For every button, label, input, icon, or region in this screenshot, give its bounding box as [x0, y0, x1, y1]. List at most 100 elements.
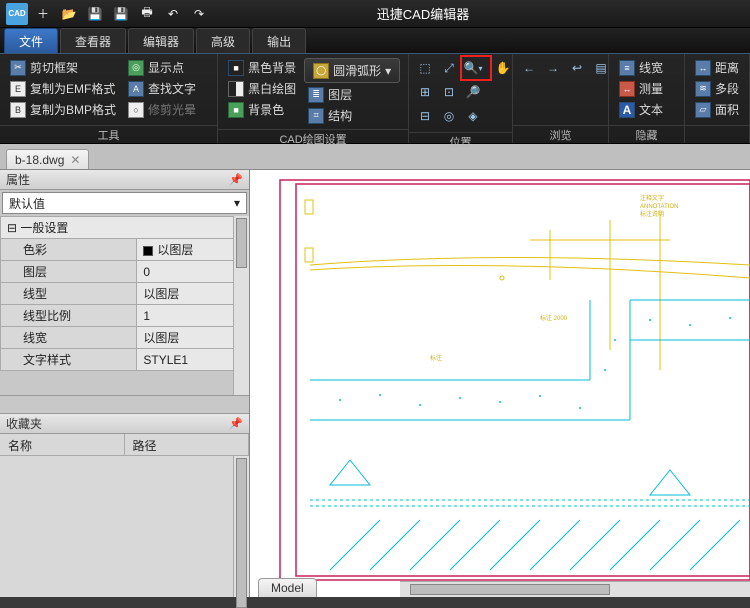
zoom-selected-button[interactable]: ⊡ [439, 82, 459, 102]
canvas-tab-model[interactable]: Model [258, 578, 317, 597]
zoom-center-button[interactable]: ◎ [439, 106, 459, 126]
trim-halo-label: 修剪光晕 [148, 101, 196, 118]
zoom-realtime-button[interactable]: ⊞ [415, 82, 435, 102]
table-row[interactable]: 线型比例1 [1, 305, 249, 327]
struct-button[interactable]: ⌗结构 [304, 106, 400, 125]
prop-key: 色彩 [1, 239, 137, 261]
multi-button[interactable]: ≋多段 [691, 79, 743, 98]
scrollbar-thumb[interactable] [236, 218, 247, 268]
smooth-arc-button[interactable]: ◯圆滑弧形▾ [304, 58, 400, 83]
favorites-col-name[interactable]: 名称 [0, 434, 125, 455]
favorites-panel-header[interactable]: 收藏夹 📌 [0, 414, 249, 434]
favorites-body[interactable] [0, 456, 249, 597]
table-row[interactable]: 图层0 [1, 261, 249, 283]
qat-undo-button[interactable]: ↶ [162, 3, 184, 25]
copy-emf-label: 复制为EMF格式 [30, 80, 115, 97]
zoom-out-button[interactable]: 🔎 [463, 82, 483, 102]
layer-button[interactable]: ≣图层 [304, 85, 400, 104]
properties-panel-header[interactable]: 属性 📌 [0, 170, 249, 190]
ribbon-panel-cad-label: CAD绘图设置 [218, 129, 408, 147]
document-tab[interactable]: b-18.dwg ✕ [6, 149, 89, 169]
prop-group-label: 一般设置 [20, 221, 68, 235]
cad-drawing: 注释文字 ANNOTATION 标注说明 标注 2000 标注 [250, 170, 750, 597]
distance-label: 距离 [715, 59, 739, 76]
struct-label: 结构 [328, 107, 352, 124]
measure-label: 测量 [639, 80, 663, 97]
favorites-col-path[interactable]: 路径 [125, 434, 250, 455]
prop-val[interactable]: 以图层 [137, 239, 249, 261]
text-tool-button[interactable]: A文本 [615, 100, 667, 119]
ribbon-panel-hide-label: 隐藏 [609, 125, 684, 143]
canvas-horizontal-scrollbar[interactable] [400, 581, 750, 597]
properties-default-combo[interactable]: 默认值 ▾ [2, 192, 247, 214]
prop-val[interactable]: 1 [137, 305, 249, 327]
bw-draw-button[interactable]: 黑白绘图 [224, 79, 300, 98]
pin-icon[interactable]: 📌 [229, 417, 243, 430]
close-icon[interactable]: ✕ [70, 153, 80, 167]
qat-redo-button[interactable]: ↷ [188, 3, 210, 25]
pin-icon[interactable]: 📌 [229, 173, 243, 186]
layer-label: 图层 [328, 86, 352, 103]
qat-new-button[interactable]: ＋ [32, 3, 54, 25]
tab-file[interactable]: 文件 [4, 28, 58, 53]
table-row[interactable]: 线宽以图层 [1, 327, 249, 349]
crop-frame-button[interactable]: ✂剪切框架 [6, 58, 120, 77]
nav-right-button[interactable]: → [543, 58, 563, 78]
trim-halo-button[interactable]: ○修剪光晕 [124, 100, 200, 119]
bg-color-button[interactable]: ■背景色 [224, 100, 300, 119]
drawing-canvas[interactable]: 注释文字 ANNOTATION 标注说明 标注 2000 标注 [250, 170, 750, 597]
properties-scrollbar[interactable] [233, 216, 249, 395]
measure-button[interactable]: ↔测量 [615, 79, 667, 98]
prop-val[interactable]: 以图层 [137, 327, 249, 349]
properties-grid[interactable]: ⊟ 一般设置 色彩以图层 图层0 线型以图层 线型比例1 线宽以图层 文字样式S… [0, 216, 249, 396]
table-row[interactable]: 文字样式STYLE1 [1, 349, 249, 371]
crop-frame-label: 剪切框架 [30, 59, 78, 76]
ribbon-panel-tool: ✂剪切框架 E复制为EMF格式 B复制为BMP格式 ◎显示点 A查找文字 ○修剪… [0, 54, 218, 143]
table-row[interactable]: 线型以图层 [1, 283, 249, 305]
prop-val[interactable]: 0 [137, 261, 249, 283]
scrollbar-thumb[interactable] [236, 458, 247, 608]
distance-button[interactable]: ↔距离 [691, 58, 743, 77]
prop-val[interactable]: STYLE1 [137, 349, 249, 371]
qat-saveall-button[interactable]: 💾 [110, 3, 132, 25]
scrollbar-thumb[interactable] [410, 584, 610, 595]
prop-key: 文字样式 [1, 349, 137, 371]
nav-list-button[interactable]: ▤ [591, 58, 611, 78]
multi-label: 多段 [715, 80, 739, 97]
zoom-all-button[interactable]: ◈ [463, 106, 483, 126]
black-bg-label: 黑色背景 [248, 59, 296, 76]
ribbon-panel-view: ← → ↩ ▤ 浏览 [513, 54, 609, 143]
linewidth-button[interactable]: ≡线宽 [615, 58, 667, 77]
nav-back-button[interactable]: ↩ [567, 58, 587, 78]
app-title: 迅捷CAD编辑器 [216, 4, 750, 23]
ribbon-panel-view-label: 浏览 [513, 125, 608, 143]
zoom-extents-button[interactable]: ⤢ [439, 58, 459, 78]
copy-emf-button[interactable]: E复制为EMF格式 [6, 79, 120, 98]
ribbon-panel-tool-label: 工具 [0, 125, 217, 143]
tab-viewer[interactable]: 查看器 [60, 28, 126, 53]
qat-print-button[interactable]: 🖶 [136, 3, 158, 25]
favorites-scrollbar[interactable] [233, 456, 249, 597]
find-text-label: 查找文字 [148, 80, 196, 97]
show-point-button[interactable]: ◎显示点 [124, 58, 200, 77]
nav-left-button[interactable]: ← [519, 58, 539, 78]
tab-output[interactable]: 输出 [252, 28, 306, 53]
quick-access-toolbar: CAD ＋ 📂 💾 💾 🖶 ↶ ↷ [0, 0, 216, 27]
zoom-window-button[interactable]: ⬚ [415, 58, 435, 78]
bg-color-label: 背景色 [248, 101, 284, 118]
prop-group-general[interactable]: ⊟ 一般设置 [1, 217, 249, 239]
tab-editor[interactable]: 编辑器 [128, 28, 194, 53]
area-button[interactable]: ▱面积 [691, 100, 743, 119]
app-logo[interactable]: CAD [6, 3, 28, 25]
zoom-prev-button[interactable]: ⊟ [415, 106, 435, 126]
find-text-button[interactable]: A查找文字 [124, 79, 200, 98]
qat-open-button[interactable]: 📂 [58, 3, 80, 25]
zoom-in-button[interactable]: 🔍▾ [463, 58, 483, 78]
qat-save-button[interactable]: 💾 [84, 3, 106, 25]
copy-bmp-button[interactable]: B复制为BMP格式 [6, 100, 120, 119]
black-bg-button[interactable]: ■黑色背景 [224, 58, 300, 77]
pan-button[interactable]: ✋ [493, 58, 513, 78]
prop-val[interactable]: 以图层 [137, 283, 249, 305]
tab-advanced[interactable]: 高级 [196, 28, 250, 53]
table-row[interactable]: 色彩以图层 [1, 239, 249, 261]
